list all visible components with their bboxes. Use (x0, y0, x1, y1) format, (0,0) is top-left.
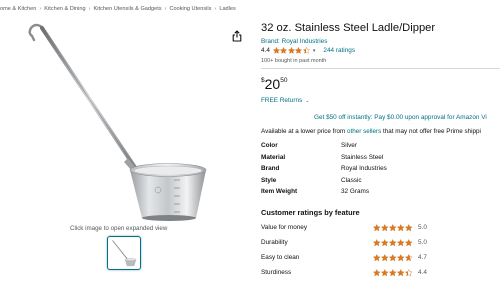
product-main-image[interactable] (20, 22, 220, 222)
star-icon (381, 224, 389, 232)
price-whole: 20 (264, 76, 281, 92)
rating-stars[interactable] (272, 47, 310, 54)
spec-value: Royal Industries (341, 165, 387, 172)
star-icon (389, 224, 397, 232)
spec-key: Material (261, 154, 286, 161)
bought-count: 100+ bought in past month (261, 58, 327, 64)
star-icon (381, 269, 389, 277)
feature-score: 4.7 (418, 254, 427, 261)
star-icon (295, 47, 303, 54)
feature-stars (373, 254, 413, 262)
other-sellers-link[interactable]: other sellers (347, 128, 381, 135)
star-icon (373, 224, 381, 232)
free-returns-label: FREE Returns (261, 97, 303, 104)
star-icon (389, 239, 397, 247)
star-icon (389, 269, 397, 277)
feature-rating-row: Durability 5.0 (261, 239, 500, 249)
rating-summary: 4.4 ▾ 244 ratings (261, 47, 355, 54)
price: $2050 (261, 76, 287, 94)
rating-score[interactable]: 4.4 (261, 47, 270, 54)
star-icon (381, 239, 389, 247)
spec-key: Style (261, 177, 277, 184)
feature-stars (373, 269, 413, 277)
feature-rating-row: Sturdiness 4.4 (261, 269, 500, 279)
product-title: 32 oz. Stainless Steel Ladle/Dipper (261, 22, 436, 34)
feature-score: 5.0 (418, 224, 427, 231)
feature-name: Value for money (261, 224, 308, 231)
expand-image-caption: Click image to open expanded view (70, 225, 168, 232)
feature-name: Sturdiness (261, 269, 292, 276)
lower-price-prefix: Available at a lower price from (261, 128, 346, 135)
star-icon (405, 269, 413, 277)
feature-score: 4.4 (418, 269, 427, 276)
feature-stars (373, 224, 413, 232)
star-icon (381, 254, 389, 262)
star-icon (373, 239, 381, 247)
share-icon[interactable] (232, 30, 242, 42)
star-icon (373, 254, 381, 262)
chevron-down-icon: ⌄ (305, 98, 310, 104)
free-returns-link[interactable]: FREE Returns ⌄ (261, 97, 309, 104)
credit-card-offer[interactable]: Get $50 off instantly: Pay $0.00 upon ap… (314, 114, 487, 121)
star-icon (272, 47, 280, 54)
chevron-down-icon[interactable]: ▾ (313, 48, 316, 54)
image-pane: Click image to open expanded view (0, 0, 250, 282)
image-thumbnail[interactable] (107, 236, 141, 270)
feature-ratings-heading: Customer ratings by feature (261, 208, 360, 217)
star-icon (405, 254, 413, 262)
star-icon (302, 47, 310, 54)
star-icon (397, 239, 405, 247)
spec-value: Classic (341, 177, 362, 184)
star-icon (397, 254, 405, 262)
brand-link[interactable]: Brand: Royal Industries (261, 38, 327, 45)
product-details: 32 oz. Stainless Steel Ladle/Dipper Bran… (261, 0, 500, 282)
feature-name: Durability (261, 239, 288, 246)
spec-key: Color (261, 142, 278, 149)
spec-key: Item Weight (261, 188, 298, 195)
feature-stars (373, 239, 413, 247)
star-icon (397, 269, 405, 277)
feature-name: Easy to clean (261, 254, 300, 261)
star-icon (397, 224, 405, 232)
divider (261, 68, 500, 69)
star-icon (389, 254, 397, 262)
spec-value: Stainless Steel (341, 154, 384, 161)
spec-value: Silver (341, 142, 357, 149)
spec-key: Brand (261, 165, 280, 172)
feature-rating-row: Value for money 5.0 (261, 224, 500, 234)
ladle-thumbnail-icon (112, 240, 137, 267)
lower-price-suffix: that may not offer free Prime shippi (383, 128, 481, 135)
star-icon (405, 239, 413, 247)
star-icon (280, 47, 288, 54)
feature-score: 5.0 (418, 239, 427, 246)
spec-value: 32 Grams (341, 188, 370, 195)
star-icon (405, 224, 413, 232)
ratings-count-link[interactable]: 244 ratings (323, 47, 355, 54)
feature-rating-row: Easy to clean 4.7 (261, 254, 500, 264)
price-fraction: 50 (280, 77, 288, 84)
price-symbol: $ (261, 77, 265, 84)
lower-price-notice: Available at a lower price from other se… (261, 128, 481, 135)
star-icon (373, 269, 381, 277)
star-icon (287, 47, 295, 54)
